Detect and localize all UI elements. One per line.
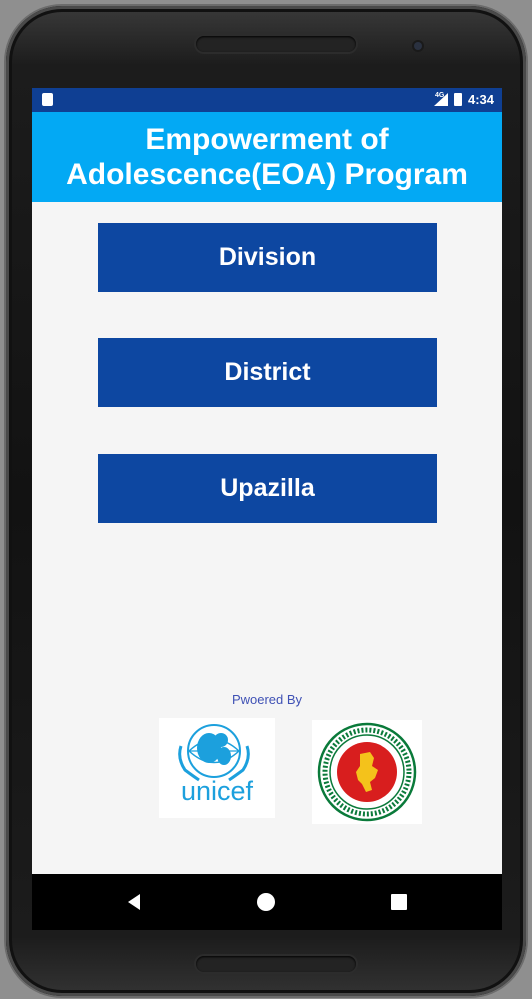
govt-seal-icon bbox=[317, 722, 417, 822]
division-button[interactable]: Division bbox=[98, 223, 437, 292]
back-icon[interactable] bbox=[128, 894, 140, 910]
district-button[interactable]: District bbox=[98, 338, 437, 407]
app-title-line2: Adolescence(EOA) Program bbox=[66, 158, 468, 191]
status-bar: 4G 4:34 bbox=[32, 88, 502, 112]
status-time: 4:34 bbox=[467, 92, 494, 107]
bottom-speaker bbox=[196, 956, 356, 972]
upazilla-button[interactable]: Upazilla bbox=[98, 454, 437, 523]
sd-card-icon bbox=[42, 93, 53, 106]
battery-icon bbox=[453, 93, 462, 106]
app-title-line1: Empowerment of bbox=[145, 123, 389, 156]
top-speaker bbox=[196, 36, 356, 52]
app-screen: 4G 4:34 Empowerment of Adolescence(EOA) … bbox=[32, 88, 502, 874]
unicef-wordmark: unicef bbox=[180, 776, 254, 806]
signal-icon: 4G bbox=[433, 92, 448, 106]
recent-apps-icon[interactable] bbox=[391, 894, 407, 910]
front-camera bbox=[414, 42, 422, 50]
app-bar: Empowerment of Adolescence(EOA) Program bbox=[32, 112, 502, 202]
android-nav-bar bbox=[32, 874, 502, 930]
home-icon[interactable] bbox=[257, 893, 275, 911]
powered-by-label: Pwoered By bbox=[231, 692, 303, 707]
network-type-label: 4G bbox=[434, 92, 445, 99]
unicef-logo: unicef bbox=[159, 718, 275, 818]
bangladesh-govt-seal bbox=[312, 720, 422, 824]
